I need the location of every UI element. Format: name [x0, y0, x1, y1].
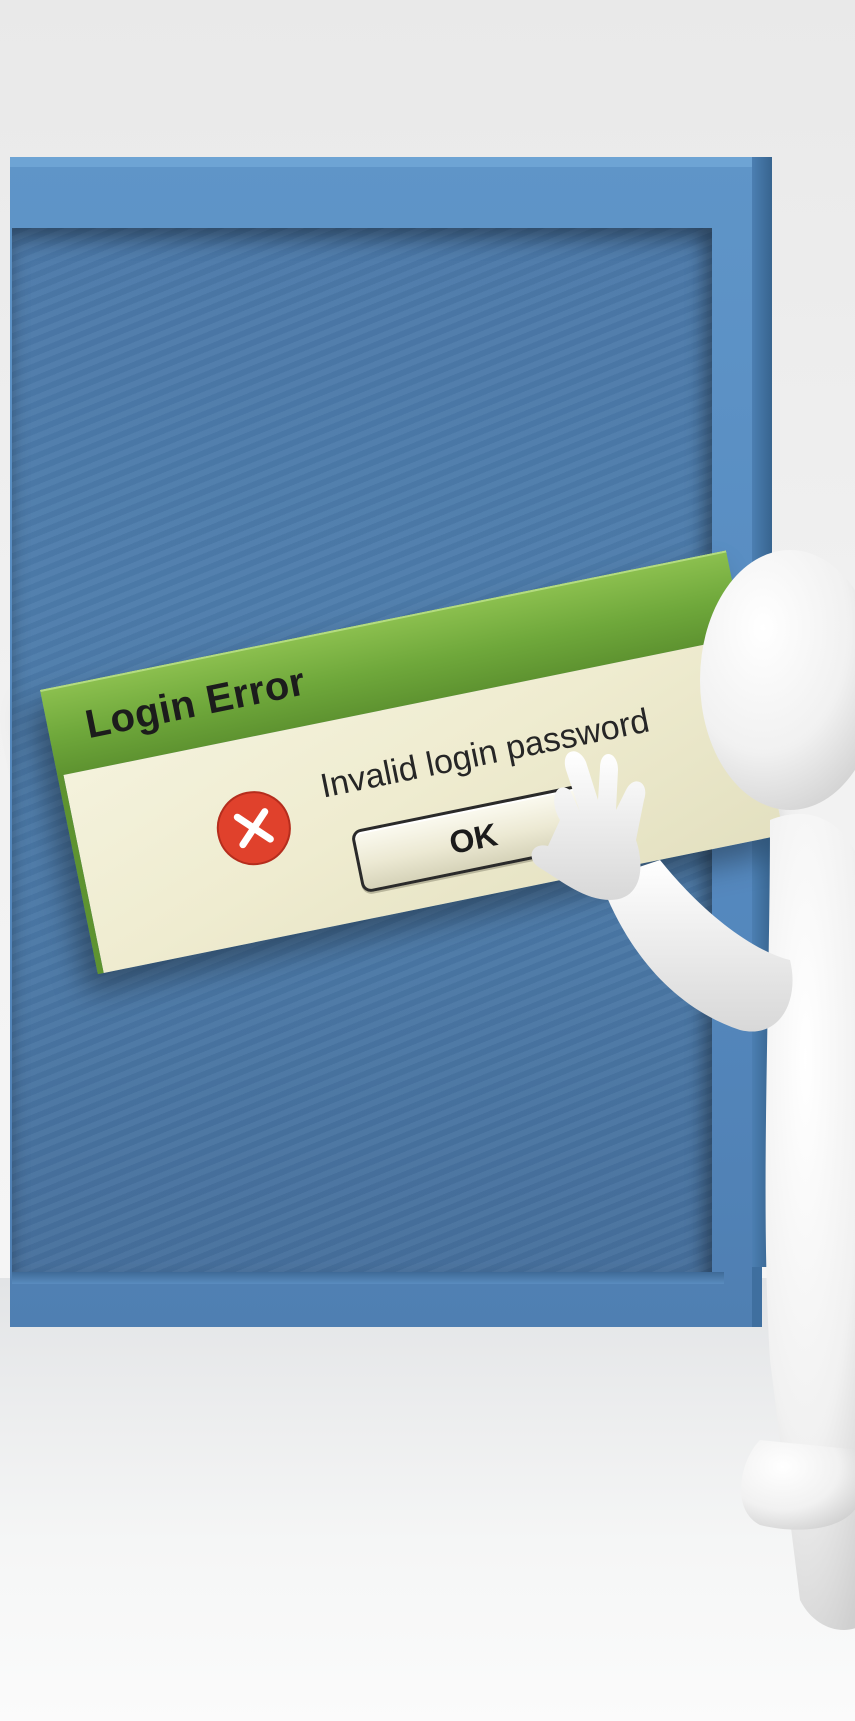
error-x-icon: [216, 791, 291, 866]
ok-button[interactable]: OK: [350, 783, 597, 894]
monitor-frame-lip: [12, 1272, 724, 1284]
floor: [0, 1278, 855, 1721]
illustration-scene: Login Error Invalid login password OK: [0, 0, 855, 1721]
dialog-message: Invalid login password: [317, 701, 653, 806]
